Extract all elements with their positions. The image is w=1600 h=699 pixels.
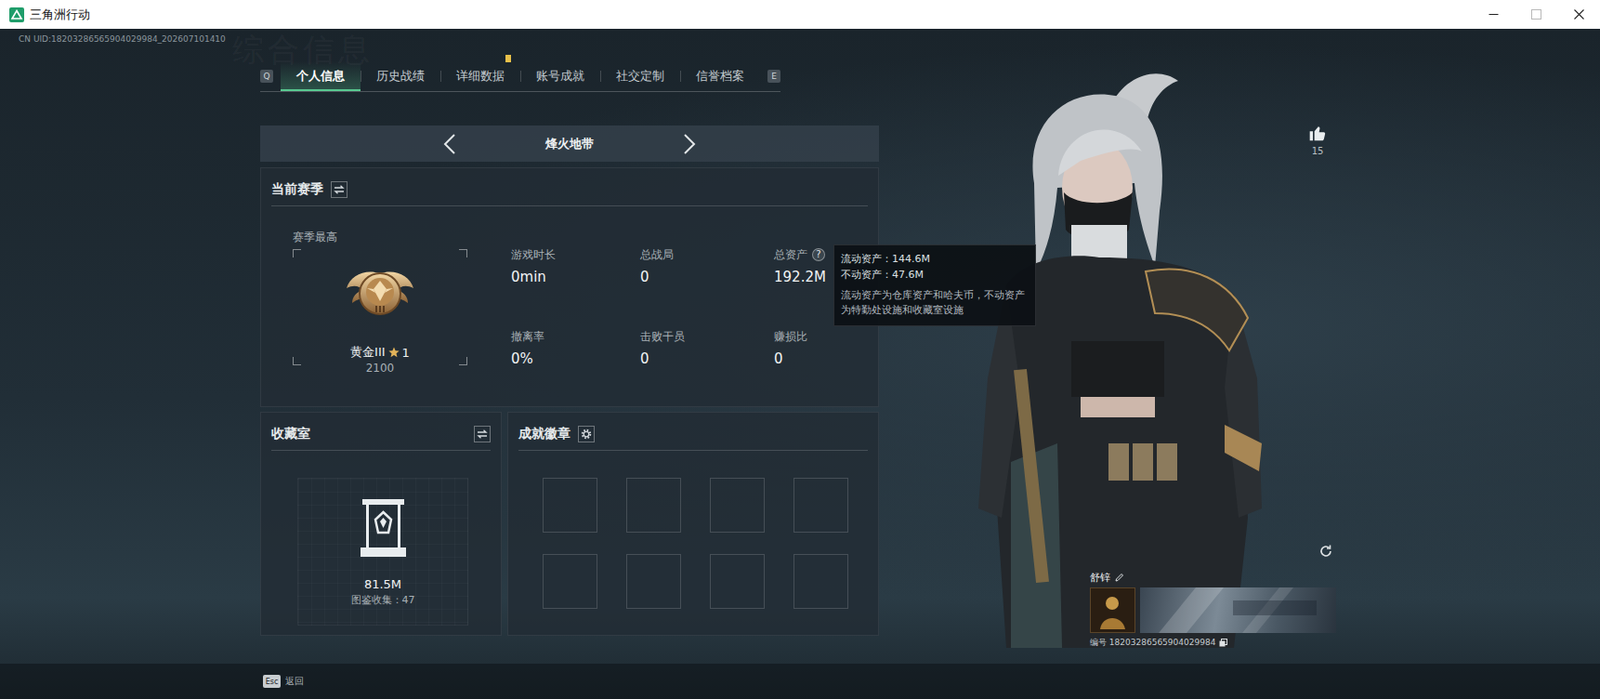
chevron-right-icon	[682, 133, 696, 155]
player-avatar	[1089, 587, 1136, 633]
copy-icon[interactable]	[1219, 638, 1228, 647]
collection-value: 81.5M	[364, 577, 402, 591]
badge-slot[interactable]	[626, 477, 682, 533]
tab[interactable]: 社交定制	[600, 61, 681, 92]
swap-icon	[476, 429, 488, 439]
badge-slot[interactable]	[709, 477, 765, 533]
mode-label: 烽火地带	[462, 135, 677, 153]
tab-bar: Q 个人信息历史战绩详细数据账号成就社交定制信誉档案 E	[260, 61, 781, 92]
character-model	[969, 71, 1276, 663]
stat-label: 赚损比	[773, 328, 808, 344]
stat-label: 游戏时长	[511, 247, 556, 263]
badge-slot[interactable]	[793, 477, 849, 533]
tab[interactable]: 个人信息	[280, 61, 361, 92]
tooltip-line: 流动资产：144.6M	[840, 250, 1029, 267]
thumbs-up-icon	[1308, 123, 1327, 143]
maximize-button[interactable]	[1514, 0, 1558, 29]
stat-cell: 赚损比 0	[773, 328, 877, 368]
badge-slot[interactable]	[542, 553, 598, 609]
back-label[interactable]: 返回	[285, 674, 304, 688]
rotate-icon[interactable]	[1318, 543, 1334, 559]
app-logo-icon	[9, 7, 25, 23]
bottom-bar: Esc 返回	[0, 663, 1600, 699]
rank-score: 2100	[366, 361, 395, 375]
player-card: 舒锌编号 18203286565904029984	[1089, 569, 1339, 649]
season-switch-button[interactable]	[330, 181, 348, 198]
next-tab-key[interactable]: E	[767, 69, 781, 83]
stat-cell: 游戏时长 0min	[511, 247, 641, 287]
uid-label: CN UID:18203286565904029984_202607101410	[0, 28, 879, 52]
banner-art-icon	[1140, 587, 1337, 633]
collection-switch-button[interactable]	[473, 425, 491, 443]
stat-label: 撤离率	[511, 328, 545, 344]
stat-value: 0	[773, 349, 877, 368]
help-button[interactable]: ?	[812, 248, 826, 262]
season-best-label: 赛季最高	[292, 229, 468, 245]
stat-label: 总战局	[640, 247, 674, 263]
prev-tab-key[interactable]: Q	[260, 69, 274, 83]
minimize-button[interactable]	[1471, 0, 1515, 29]
swap-icon	[333, 184, 345, 195]
stat-value: 0min	[511, 267, 641, 287]
stat-value: 0	[640, 349, 774, 368]
pencil-icon[interactable]	[1114, 572, 1125, 582]
like-count: 15	[1311, 145, 1325, 157]
gear-icon	[580, 428, 592, 440]
tooltip-note: 流动资产为仓库资产和哈夫币，不动资产为特勤处设施和收藏室设施	[840, 288, 1029, 318]
tab[interactable]: 账号成就	[520, 61, 601, 92]
notify-marker	[505, 54, 512, 63]
minimize-icon	[1488, 9, 1499, 20]
display-case-icon	[358, 497, 408, 559]
player-id: 编号 18203286565904029984	[1089, 636, 1216, 649]
rank-name: 黄金III	[350, 343, 386, 361]
stat-value: 0	[640, 267, 774, 287]
season-panel: 当前赛季赛季最高黄金III12100游戏时长0min总战局0总资产?192.2M…	[260, 167, 879, 407]
season-title: 当前赛季	[271, 181, 324, 198]
stat-label: 总资产	[773, 247, 808, 263]
esc-key[interactable]: Esc	[262, 674, 281, 688]
catalog-count: 图鉴收集：47	[351, 592, 416, 607]
rank-badge-icon	[344, 263, 416, 324]
maximize-icon	[1531, 9, 1542, 20]
achievement-panel: 成就徽章	[507, 411, 879, 636]
badge-slot[interactable]	[626, 553, 682, 609]
badge-settings-button[interactable]	[577, 425, 595, 443]
tooltip-line: 不动资产：47.6M	[840, 266, 1029, 283]
stat-value: 0%	[511, 349, 641, 368]
star-icon	[388, 346, 400, 358]
star-count: 1	[402, 345, 410, 360]
tab[interactable]: 详细数据	[440, 61, 521, 92]
stats-grid: 游戏时长0min总战局0总资产?192.2M撤离率0%击败干员0赚损比0	[511, 247, 877, 375]
next-mode-button[interactable]	[676, 133, 703, 155]
avatar-art-icon	[1090, 588, 1135, 632]
mode-selector: 烽火地带	[260, 125, 879, 162]
badge-slots	[542, 477, 879, 609]
collection-showcase: 81.5M图鉴收集：47	[297, 477, 469, 626]
close-button[interactable]	[1557, 0, 1600, 29]
close-icon	[1573, 9, 1585, 20]
profile-screen: 综合信息CN UID:18203286565904029984_20260710…	[0, 28, 1600, 699]
badge-slot[interactable]	[793, 553, 849, 609]
badge-slot[interactable]	[542, 477, 598, 533]
like-button[interactable]: 15	[1306, 123, 1329, 157]
prev-mode-button[interactable]	[436, 133, 463, 155]
stat-cell: 击败干员 0	[640, 328, 774, 368]
tab[interactable]: 信誉档案	[680, 61, 761, 92]
player-name: 舒锌	[1089, 570, 1111, 585]
stat-cell: 总战局 0	[640, 247, 774, 287]
badge-slot[interactable]	[709, 553, 765, 609]
title-bar: 三角洲行动	[0, 0, 1600, 29]
window-title: 三角洲行动	[29, 6, 91, 24]
tab[interactable]: 历史战绩	[360, 61, 441, 92]
rank-frame: 黄金III 1 2100	[292, 249, 468, 375]
chevron-left-icon	[443, 133, 457, 155]
stat-cell: 撤离率 0%	[511, 328, 641, 368]
achievement-title: 成就徽章	[518, 425, 571, 443]
collection-panel: 收藏室 81.5M图鉴收集：47	[260, 411, 502, 636]
name-banner	[1140, 587, 1337, 633]
collection-title: 收藏室	[271, 425, 311, 443]
stat-label: 击败干员	[640, 328, 685, 344]
asset-tooltip: 流动资产：144.6M不动资产：47.6M 流动资产为仓库资产和哈夫币，不动资产为…	[833, 244, 1037, 327]
